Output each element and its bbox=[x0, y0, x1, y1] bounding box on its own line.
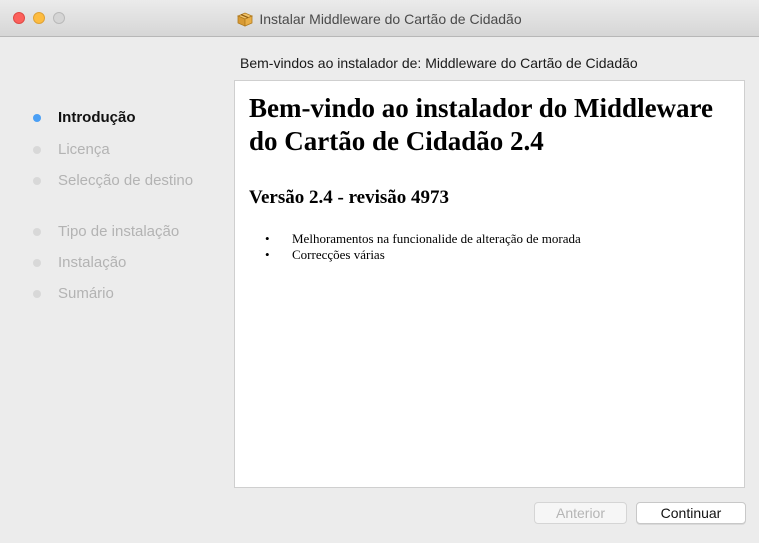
step-installation-type: Tipo de instalação bbox=[30, 222, 248, 241]
step-summary: Sumário bbox=[30, 284, 114, 303]
step-introduction: Introdução bbox=[30, 108, 136, 127]
list-item-text: Correcções várias bbox=[292, 247, 385, 262]
bullet-icon: • bbox=[265, 231, 270, 246]
release-notes-list: • Melhoramentos na funcionalide de alter… bbox=[265, 231, 581, 263]
bullet-icon: • bbox=[265, 247, 270, 262]
installer-subtitle: Bem-vindos ao instalador de: Middleware … bbox=[240, 55, 638, 71]
content-pane[interactable]: Bem-vindo ao instalador do Middleware do… bbox=[234, 80, 745, 488]
step-label: Tipo de instalação bbox=[58, 223, 180, 240]
window-title: Instalar Middleware do Cartão de Cidadão bbox=[259, 10, 522, 27]
step-label: Introdução bbox=[58, 109, 136, 126]
step-installation: Instalação bbox=[30, 253, 126, 272]
list-item-text: Melhoramentos na funcionalide de alteraç… bbox=[292, 231, 581, 246]
step-indicator-dot bbox=[33, 228, 41, 236]
step-license: Licença bbox=[30, 140, 110, 159]
welcome-heading: Bem-vindo ao instalador do Middleware do… bbox=[249, 93, 714, 156]
step-indicator-dot bbox=[33, 114, 41, 122]
back-button[interactable]: Anterior bbox=[534, 502, 627, 524]
step-label: Selecção de destino bbox=[58, 172, 194, 189]
continue-button[interactable]: Continuar bbox=[636, 502, 746, 524]
step-label: Instalação bbox=[58, 254, 127, 271]
step-label: Sumário bbox=[58, 285, 114, 302]
package-icon bbox=[237, 11, 254, 27]
list-item: • Melhoramentos na funcionalide de alter… bbox=[265, 231, 581, 247]
window-title-group: Instalar Middleware do Cartão de Cidadão bbox=[0, 0, 759, 37]
step-indicator-dot bbox=[33, 146, 41, 154]
list-item: • Correcções várias bbox=[265, 247, 581, 263]
step-indicator-dot bbox=[33, 259, 41, 267]
step-label: Licença bbox=[58, 141, 110, 158]
installer-window: Instalar Middleware do Cartão de Cidadão… bbox=[0, 0, 759, 543]
title-bar[interactable]: Instalar Middleware do Cartão de Cidadão bbox=[0, 0, 759, 37]
step-indicator-dot bbox=[33, 177, 41, 185]
version-heading: Versão 2.4 - revisão 4973 bbox=[249, 187, 450, 208]
step-destination: Selecção de destino bbox=[30, 171, 208, 190]
step-indicator-dot bbox=[33, 290, 41, 298]
